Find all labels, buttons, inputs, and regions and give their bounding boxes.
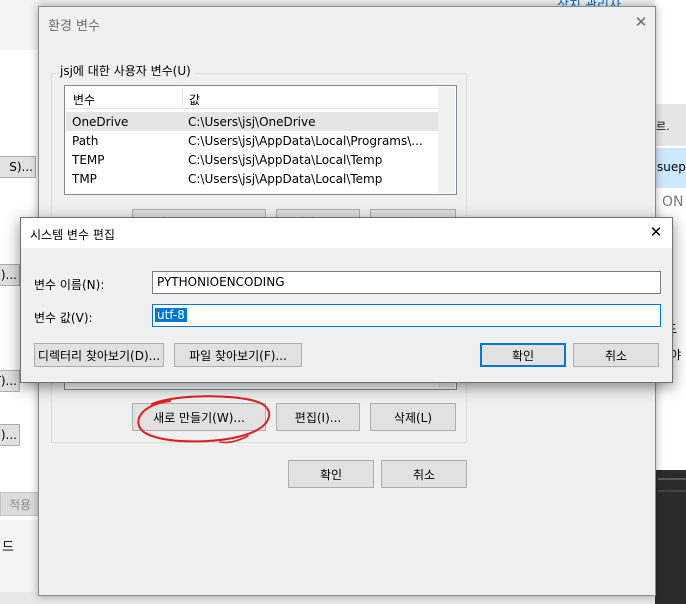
list-scrollbar[interactable]	[438, 87, 455, 193]
background-button-4[interactable]: I)...	[0, 424, 20, 446]
dialog-ok-button[interactable]: 확인	[480, 343, 566, 367]
background-button-3[interactable]: T)...	[0, 370, 20, 392]
browse-directory-button[interactable]: 디렉터리 찾아보기(D)...	[34, 343, 164, 367]
system-delete-button[interactable]: 삭제(L)	[370, 403, 456, 431]
row-name: TEMP	[72, 153, 105, 167]
background-dark-line-2	[658, 490, 686, 492]
variable-value-selected-text: utf-8	[155, 308, 187, 322]
column-header-value[interactable]: 값	[189, 91, 200, 108]
column-header-variable[interactable]: 변수	[73, 91, 95, 108]
variable-name-value: PYTHONIOENCODING	[157, 275, 285, 289]
table-row[interactable]: TEMP C:\Users\jsj\AppData\Local\Temp	[66, 150, 438, 169]
background-right-text-4: ON	[662, 194, 684, 210]
row-name: TMP	[72, 172, 97, 186]
row-value: C:\Users\jsj\AppData\Local\Programs\...	[188, 134, 423, 148]
variable-name-field[interactable]: PYTHONIOENCODING	[152, 271, 661, 294]
background-button-2[interactable]: E)...	[0, 264, 20, 286]
variable-name-label: 변수 이름(N):	[34, 278, 105, 292]
user-variables-label: jsj에 대한 사용자 변수(U)	[57, 62, 194, 79]
background-button-1[interactable]: S)...	[0, 156, 36, 178]
dialog-title: 시스템 변수 편집	[30, 228, 115, 242]
annotation-circle	[137, 395, 271, 444]
system-edit-button[interactable]: 편집(I)...	[276, 403, 360, 431]
row-value: C:\Users\jsj\AppData\Local\Temp	[188, 172, 383, 186]
background-apply-button[interactable]: 적용	[0, 492, 40, 516]
background-dark-line	[658, 478, 686, 480]
dialog-titlebar	[21, 218, 672, 248]
row-value: C:\Users\jsj\AppData\Local\Temp	[188, 153, 383, 167]
table-row[interactable]: TMP C:\Users\jsj\AppData\Local\Temp	[66, 169, 438, 188]
cancel-button[interactable]: 취소	[381, 460, 467, 488]
dialog-close-icon[interactable]: ✕	[646, 223, 666, 243]
dialog-cancel-button[interactable]: 취소	[573, 343, 659, 367]
window-title: 환경 변수	[48, 19, 100, 34]
table-row[interactable]: OneDrive C:\Users\jsj\OneDrive	[66, 112, 438, 131]
user-variables-list[interactable]: 변수 값 OneDrive C:\Users\jsj\OneDrive Path…	[64, 85, 457, 195]
table-row[interactable]: Path C:\Users\jsj\AppData\Local\Programs…	[66, 131, 438, 150]
row-name: OneDrive	[72, 115, 129, 129]
background-right-text-5: 르.	[656, 120, 670, 133]
edit-system-variable-dialog: 시스템 변수 편집 ✕ 변수 이름(N): PYTHONIOENCODING 변…	[20, 217, 673, 383]
row-value: C:\Users\jsj\OneDrive	[188, 115, 316, 129]
close-icon[interactable]: ✕	[631, 13, 651, 33]
column-divider[interactable]	[182, 87, 183, 108]
background-left-text: 드	[2, 540, 14, 555]
variable-value-label: 변수 값(V):	[34, 311, 93, 325]
background-right-text-1: suepo	[657, 160, 686, 174]
row-name: Path	[72, 134, 99, 148]
ok-button[interactable]: 확인	[288, 460, 374, 488]
list-header: 변수 값	[66, 87, 438, 109]
variable-value-field[interactable]: utf-8	[152, 304, 661, 327]
browse-file-button[interactable]: 파일 찾아보기(F)...	[174, 343, 302, 367]
